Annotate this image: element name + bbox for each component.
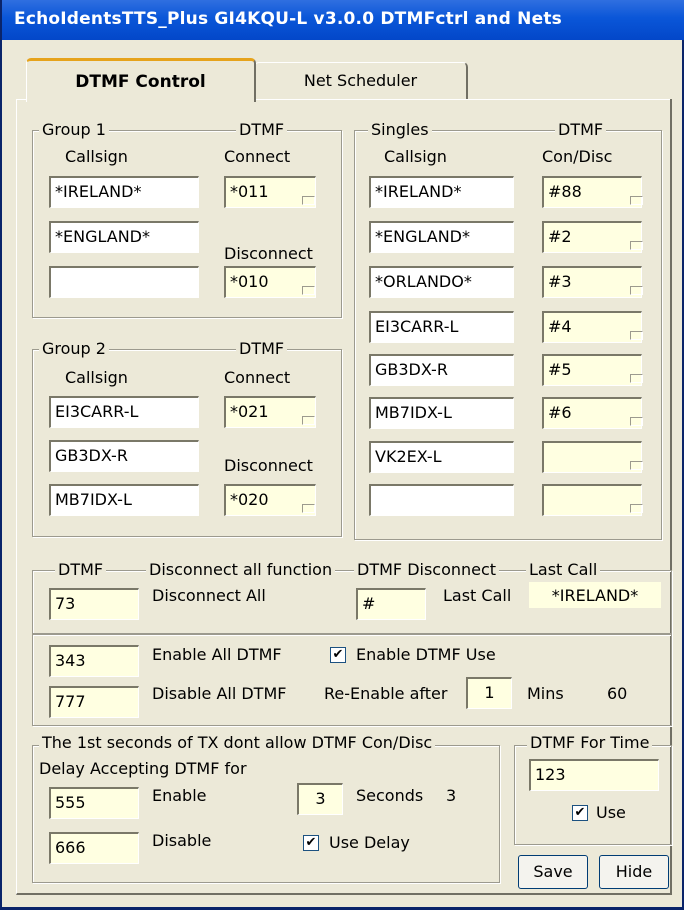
single-code-handle-5 — [630, 374, 643, 383]
disconnect-all-label: Disconnect All — [152, 586, 266, 605]
singles-code-header: Con/Disc — [542, 147, 613, 166]
single-code-7[interactable] — [542, 441, 642, 473]
single-callsign-2[interactable]: *ENGLAND* — [369, 221, 514, 253]
dtmf-time-title: DTMF For Time — [527, 733, 653, 752]
single-code-4[interactable]: #4 — [542, 311, 642, 343]
group1-dtmf-label: DTMF — [236, 120, 288, 139]
delay-enable-input[interactable]: 555 — [49, 787, 139, 819]
group2-dtmf-label: DTMF — [236, 339, 288, 358]
group1-callsign-1[interactable]: *IRELAND* — [49, 176, 199, 208]
tab-net-scheduler[interactable]: Net Scheduler — [254, 62, 468, 99]
single-code-handle-7 — [630, 461, 643, 470]
group2-callsign-1[interactable]: EI3CARR-L — [49, 396, 199, 428]
single-code-5[interactable]: #5 — [542, 354, 642, 386]
disconnect-all-input[interactable]: 73 — [49, 588, 139, 620]
mins-label: Mins — [527, 684, 564, 703]
single-callsign-1[interactable]: *IRELAND* — [369, 176, 514, 208]
reenable-label: Re-Enable after — [324, 684, 448, 703]
checkmark-icon: ✔ — [332, 647, 344, 662]
delay-disable-input[interactable]: 666 — [49, 832, 139, 864]
delay-seconds-display: 3 — [446, 786, 457, 805]
singles-dtmf-label: DTMF — [555, 120, 607, 139]
group1-disconnect-label: Disconnect — [224, 244, 313, 263]
single-code-handle-3 — [630, 286, 643, 295]
last-call-title: Last Call — [526, 560, 601, 579]
disable-all-label: Disable All DTMF — [152, 684, 287, 703]
single-callsign-4[interactable]: EI3CARR-L — [369, 311, 514, 343]
single-code-handle-8 — [630, 504, 643, 513]
single-code-handle-6 — [630, 417, 643, 426]
disconnect-all-dtmf-label: DTMF — [55, 560, 107, 579]
main-window: EchoIdentsTTS_Plus GI4KQU-L v3.0.0 DTMFc… — [0, 0, 684, 910]
group1-disconnect-handle — [302, 286, 315, 295]
group2-disconnect-label: Disconnect — [224, 456, 313, 475]
dtmf-disconnect-input[interactable]: # — [356, 588, 426, 620]
reenable-input[interactable]: 1 — [466, 677, 512, 709]
enable-all-label: Enable All DTMF — [152, 645, 282, 664]
disconnect-all-title: Disconnect all function — [146, 560, 336, 579]
single-code-1[interactable]: #88 — [542, 176, 642, 208]
delay-subtitle: Delay Accepting DTMF for — [39, 759, 247, 778]
window-title: EchoIdentsTTS_Plus GI4KQU-L v3.0.0 DTMFc… — [14, 9, 562, 29]
mins-value: 60 — [607, 684, 628, 703]
group1-callsign-header: Callsign — [65, 147, 128, 166]
single-code-handle-4 — [630, 331, 643, 340]
checkmark-icon: ✔ — [305, 835, 317, 850]
group1-title: Group 1 — [39, 120, 109, 139]
single-code-handle-2 — [630, 241, 643, 250]
single-callsign-5[interactable]: GB3DX-R — [369, 354, 514, 386]
dtmf-time-use-checkbox[interactable]: ✔ — [572, 805, 588, 821]
use-delay-label: Use Delay — [329, 833, 410, 852]
delay-seconds-input[interactable]: 3 — [297, 783, 343, 815]
group2-callsign-2[interactable]: GB3DX-R — [49, 440, 199, 472]
single-code-8[interactable] — [542, 484, 642, 516]
dtmf-disconnect-title: DTMF Disconnect — [354, 560, 500, 579]
enable-dtmf-use-checkbox[interactable]: ✔ — [330, 647, 346, 663]
enable-dtmf-use-label: Enable DTMF Use — [356, 645, 496, 664]
last-call-label: Last Call — [443, 586, 512, 605]
group1-callsign-3[interactable] — [49, 266, 199, 298]
dtmf-time-input[interactable]: 123 — [529, 759, 659, 791]
group1-callsign-2[interactable]: *ENGLAND* — [49, 221, 199, 253]
group2-connect-label: Connect — [224, 368, 291, 387]
group2-disconnect-handle — [302, 504, 315, 513]
singles-callsign-header: Callsign — [384, 147, 447, 166]
hide-button[interactable]: Hide — [599, 855, 669, 889]
delay-title: The 1st seconds of TX dont allow DTMF Co… — [39, 733, 436, 752]
save-button[interactable]: Save — [518, 855, 588, 889]
group2-callsign-header: Callsign — [65, 368, 128, 387]
single-callsign-6[interactable]: MB7IDX-L — [369, 397, 514, 429]
single-code-3[interactable]: #3 — [542, 266, 642, 298]
delay-disable-label: Disable — [152, 831, 212, 850]
single-code-handle-1 — [630, 196, 643, 205]
title-bar[interactable]: EchoIdentsTTS_Plus GI4KQU-L v3.0.0 DTMFc… — [2, 0, 684, 40]
single-callsign-8[interactable] — [369, 484, 514, 516]
singles-title: Singles — [368, 120, 432, 139]
delay-enable-label: Enable — [152, 786, 207, 805]
disable-all-input[interactable]: 777 — [49, 686, 139, 718]
group2-title: Group 2 — [39, 339, 109, 358]
group1-connect-handle — [302, 196, 315, 205]
group1-connect-label: Connect — [224, 147, 291, 166]
dtmf-time-use-label: Use — [596, 803, 626, 822]
delay-seconds-label: Seconds — [356, 786, 424, 805]
group2-connect-handle — [302, 416, 315, 425]
single-code-2[interactable]: #2 — [542, 221, 642, 253]
single-callsign-3[interactable]: *ORLANDO* — [369, 266, 514, 298]
use-delay-checkbox[interactable]: ✔ — [303, 835, 319, 851]
tab-dtmf-control[interactable]: DTMF Control — [26, 58, 256, 102]
checkmark-icon: ✔ — [574, 805, 586, 820]
single-code-6[interactable]: #6 — [542, 397, 642, 429]
enable-all-input[interactable]: 343 — [49, 645, 139, 677]
group2-callsign-3[interactable]: MB7IDX-L — [49, 484, 199, 516]
last-call-value: *IRELAND* — [529, 582, 661, 608]
single-callsign-7[interactable]: VK2EX-L — [369, 441, 514, 473]
